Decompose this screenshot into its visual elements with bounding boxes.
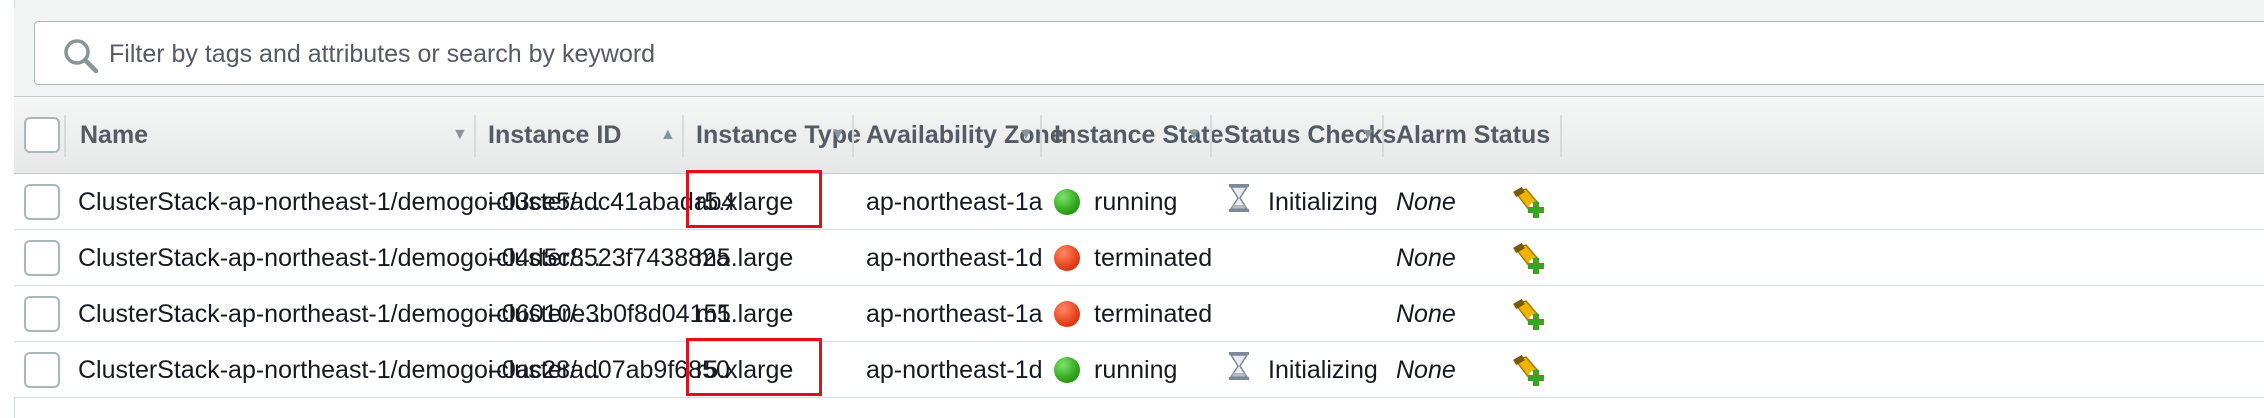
cell-instance-type: m5.large bbox=[696, 299, 794, 328]
hourglass-icon bbox=[1229, 184, 1249, 212]
cell-instance-type: r5.xlarge bbox=[696, 355, 794, 384]
cell-alarm-status: None bbox=[1396, 299, 1456, 328]
column-divider[interactable] bbox=[1560, 115, 1562, 157]
column-divider[interactable] bbox=[474, 115, 476, 157]
cell-instance-state: terminated bbox=[1054, 230, 1212, 286]
column-header-name[interactable]: Name bbox=[80, 97, 148, 173]
instance-state-label: running bbox=[1094, 355, 1178, 384]
row-checkbox[interactable] bbox=[24, 352, 60, 388]
row-checkbox[interactable] bbox=[24, 240, 60, 276]
hourglass-icon bbox=[1229, 352, 1249, 380]
caret-down-icon[interactable]: ▼ bbox=[1018, 97, 1034, 173]
cell-alarm-status: None bbox=[1396, 187, 1456, 216]
column-header-availability-zone[interactable]: Availability Zone bbox=[866, 97, 1064, 173]
cell-availability-zone: ap-northeast-1d bbox=[866, 243, 1043, 272]
cell-instance-state: running bbox=[1054, 342, 1177, 398]
column-divider[interactable] bbox=[1040, 115, 1042, 157]
table-row[interactable]: ClusterStack-ap-northeast-1/demogo-clust… bbox=[14, 230, 2264, 286]
status-check-label: Initializing bbox=[1268, 187, 1378, 216]
column-header-instance-id[interactable]: Instance ID bbox=[488, 97, 621, 173]
status-check-label: Initializing bbox=[1268, 355, 1378, 384]
cell-status-checks: Initializing bbox=[1228, 174, 1378, 230]
caret-down-icon[interactable]: ▼ bbox=[830, 97, 846, 173]
column-divider[interactable] bbox=[852, 115, 854, 157]
instance-state-label: terminated bbox=[1094, 299, 1213, 328]
cell-instance-state: terminated bbox=[1054, 286, 1212, 342]
create-alarm-icon[interactable] bbox=[1512, 230, 1546, 286]
cell-availability-zone: ap-northeast-1d bbox=[866, 355, 1043, 384]
create-alarm-icon bbox=[1513, 354, 1544, 386]
column-header-label: Availability Zone bbox=[866, 120, 1064, 149]
column-divider[interactable] bbox=[1210, 115, 1212, 157]
cell-instance-id: i-06010e3b0f8d04151 bbox=[488, 299, 732, 328]
cell-alarm-status: None bbox=[1396, 243, 1456, 272]
cell-instance-id: i-04d5c8523f743882a bbox=[488, 243, 730, 272]
table-row[interactable]: ClusterStack-ap-northeast-1/demogo-clust… bbox=[14, 286, 2264, 342]
select-all-checkbox[interactable] bbox=[24, 117, 60, 153]
running-status-icon bbox=[1054, 189, 1080, 215]
filter-box[interactable] bbox=[34, 21, 2264, 85]
instance-state-label: terminated bbox=[1094, 243, 1213, 272]
column-header-label: Alarm Status bbox=[1396, 120, 1551, 149]
column-header-label: Name bbox=[80, 120, 149, 149]
caret-down-icon[interactable]: ▼ bbox=[1360, 97, 1376, 173]
left-edge bbox=[0, 0, 15, 418]
caret-up-icon[interactable]: ▲ bbox=[660, 97, 676, 173]
caret-down-icon[interactable]: ▼ bbox=[452, 97, 468, 173]
table-row[interactable]: ClusterStack-ap-northeast-1/demogo-clust… bbox=[14, 170, 2264, 230]
cell-alarm-status: None bbox=[1396, 355, 1456, 384]
terminated-status-icon bbox=[1054, 245, 1080, 271]
create-alarm-icon bbox=[1513, 298, 1544, 330]
cell-availability-zone: ap-northeast-1a bbox=[866, 299, 1043, 328]
create-alarm-icon bbox=[1513, 186, 1544, 218]
table-row[interactable]: ClusterStack-ap-northeast-1/demogo-clust… bbox=[14, 338, 2264, 398]
running-status-icon bbox=[1054, 357, 1080, 383]
caret-down-icon[interactable]: ▼ bbox=[1186, 97, 1202, 173]
row-checkbox[interactable] bbox=[24, 184, 60, 220]
instances-table: Name ▼ Instance ID ▲ Instance Type ▼ Ava… bbox=[14, 96, 2264, 418]
terminated-status-icon bbox=[1054, 301, 1080, 327]
search-icon bbox=[64, 39, 99, 74]
create-alarm-icon[interactable] bbox=[1512, 174, 1546, 230]
instance-state-label: running bbox=[1094, 187, 1178, 216]
filter-input[interactable] bbox=[109, 32, 1509, 76]
column-divider[interactable] bbox=[682, 115, 684, 157]
column-divider[interactable] bbox=[1382, 115, 1384, 157]
column-header-label: Instance ID bbox=[488, 120, 622, 149]
table-header: Name ▼ Instance ID ▲ Instance Type ▼ Ava… bbox=[14, 96, 2264, 174]
cell-status-checks: Initializing bbox=[1228, 342, 1378, 398]
cell-availability-zone: ap-northeast-1a bbox=[866, 187, 1043, 216]
create-alarm-icon[interactable] bbox=[1512, 342, 1546, 398]
create-alarm-icon[interactable] bbox=[1512, 286, 1546, 342]
column-divider bbox=[64, 115, 66, 157]
row-checkbox[interactable] bbox=[24, 296, 60, 332]
column-header-alarm-status[interactable]: Alarm Status bbox=[1396, 97, 1550, 173]
instances-panel: Name ▼ Instance ID ▲ Instance Type ▼ Ava… bbox=[0, 0, 2264, 418]
create-alarm-icon bbox=[1513, 242, 1544, 274]
cell-instance-type: r5.xlarge bbox=[696, 187, 794, 216]
cell-instance-state: running bbox=[1054, 174, 1177, 230]
filter-area bbox=[14, 8, 2264, 108]
cell-instance-type: m5.large bbox=[696, 243, 794, 272]
